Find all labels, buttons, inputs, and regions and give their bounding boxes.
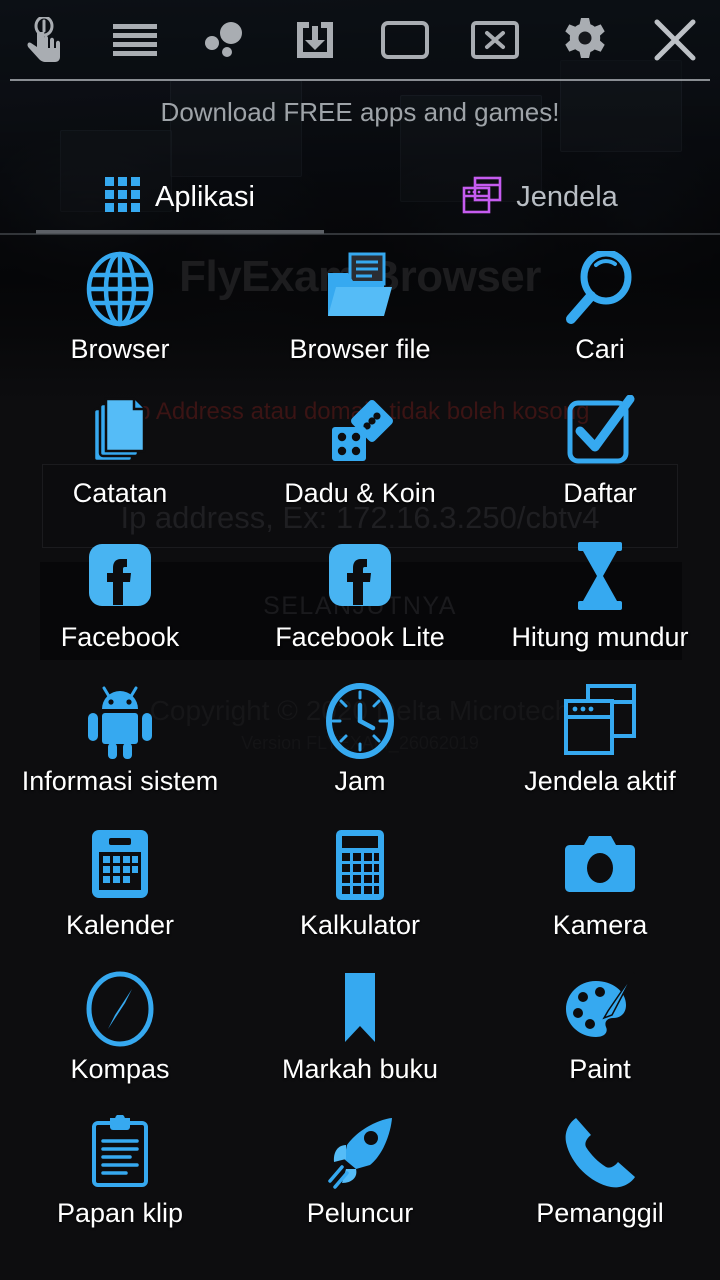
app-label: Browser bbox=[70, 334, 170, 364]
tab-aplikasi-label: Aplikasi bbox=[155, 180, 255, 213]
bubbles-icon bbox=[204, 19, 246, 61]
tap-hand-icon bbox=[25, 17, 65, 63]
x-icon bbox=[652, 17, 698, 63]
download-icon bbox=[293, 18, 337, 62]
android-robot-icon bbox=[82, 682, 158, 760]
app-item-hitung-mundur[interactable]: Hitung mundur bbox=[480, 528, 720, 672]
exit-button[interactable] bbox=[630, 0, 720, 80]
app-label: Kompas bbox=[70, 1054, 170, 1084]
app-item-kompas[interactable]: Kompas bbox=[0, 960, 240, 1104]
paint-palette-icon bbox=[562, 970, 638, 1048]
app-label: Browser file bbox=[289, 334, 431, 364]
app-item-daftar[interactable]: Daftar bbox=[480, 384, 720, 528]
app-item-papan-klip[interactable]: Papan klip bbox=[0, 1104, 240, 1248]
calculator-icon bbox=[322, 826, 398, 904]
app-item-informasi-sistem[interactable]: Informasi sistem bbox=[0, 672, 240, 816]
clipboard-icon bbox=[82, 1114, 158, 1192]
facebook-icon bbox=[82, 538, 158, 616]
app-label: Markah buku bbox=[281, 1054, 439, 1084]
app-item-pemanggil[interactable]: Pemanggil bbox=[480, 1104, 720, 1248]
app-item-facebook[interactable]: Facebook bbox=[0, 528, 240, 672]
app-item-jendela-aktif[interactable]: Jendela aktif bbox=[480, 672, 720, 816]
promo-banner[interactable]: Download FREE apps and games! bbox=[0, 86, 720, 138]
app-item-paint[interactable]: Paint bbox=[480, 960, 720, 1104]
app-label: Facebook Lite bbox=[275, 622, 445, 652]
app-item-kalender[interactable]: Kalender bbox=[0, 816, 240, 960]
app-item-kamera[interactable]: Kamera bbox=[480, 816, 720, 960]
app-label: Cari bbox=[575, 334, 625, 364]
app-label: Catatan bbox=[72, 478, 168, 508]
close-window-button[interactable] bbox=[450, 0, 540, 80]
app-item-peluncur[interactable]: Peluncur bbox=[240, 1104, 480, 1248]
app-item-kalkulator[interactable]: Kalkulator bbox=[240, 816, 480, 960]
window-icon bbox=[381, 21, 429, 59]
app-item-facebook-lite[interactable]: Facebook Lite bbox=[240, 528, 480, 672]
camera-icon bbox=[562, 826, 638, 904]
app-label: Paint bbox=[569, 1054, 631, 1084]
overlay-toolbar bbox=[0, 0, 720, 80]
app-label: Kalender bbox=[65, 910, 175, 940]
app-label: Hitung mundur bbox=[511, 622, 689, 652]
app-label: Pemanggil bbox=[536, 1198, 664, 1228]
file-folder-icon bbox=[322, 250, 398, 328]
tap-mode-button[interactable] bbox=[0, 0, 90, 80]
tab-aplikasi[interactable]: Aplikasi bbox=[0, 160, 360, 234]
app-label: Informasi sistem bbox=[21, 766, 219, 796]
app-label: Jam bbox=[334, 766, 386, 796]
app-label: Jendela aktif bbox=[524, 766, 676, 796]
calendar-icon bbox=[82, 826, 158, 904]
bubbles-button[interactable] bbox=[180, 0, 270, 80]
facebook-lite-icon bbox=[322, 538, 398, 616]
tab-jendela-label: Jendela bbox=[516, 180, 618, 213]
bookmark-icon bbox=[322, 970, 398, 1048]
app-item-dadu-koin[interactable]: Dadu & Koin bbox=[240, 384, 480, 528]
hamburger-menu-icon bbox=[113, 23, 157, 57]
toolbar-divider bbox=[10, 79, 710, 81]
rocket-icon bbox=[322, 1114, 398, 1192]
promo-banner-text: Download FREE apps and games! bbox=[160, 96, 560, 127]
dice-icon bbox=[322, 394, 398, 472]
tab-jendela[interactable]: Jendela bbox=[360, 160, 720, 234]
app-label: Papan klip bbox=[56, 1198, 184, 1228]
grid-apps-icon bbox=[105, 176, 141, 218]
active-windows-icon bbox=[562, 682, 638, 760]
magnifier-icon bbox=[562, 250, 638, 328]
tab-bar-divider bbox=[0, 233, 720, 235]
app-item-markah-buku[interactable]: Markah buku bbox=[240, 960, 480, 1104]
gear-icon bbox=[562, 17, 608, 63]
windows-stack-icon bbox=[462, 176, 502, 219]
app-item-catatan[interactable]: Catatan bbox=[0, 384, 240, 528]
download-button[interactable] bbox=[270, 0, 360, 80]
app-item-cari[interactable]: Cari bbox=[480, 240, 720, 384]
app-label: Kamera bbox=[552, 910, 648, 940]
globe-icon bbox=[82, 250, 158, 328]
app-label: Kalkulator bbox=[299, 910, 421, 940]
app-item-browser[interactable]: Browser bbox=[0, 240, 240, 384]
hourglass-icon bbox=[562, 538, 638, 616]
checkbox-list-icon bbox=[562, 394, 638, 472]
notes-pages-icon bbox=[82, 394, 158, 472]
floating-apps-overlay: Download FREE apps and games! Aplikasi J… bbox=[0, 0, 720, 1280]
app-label: Facebook bbox=[60, 622, 180, 652]
app-label: Daftar bbox=[563, 478, 637, 508]
close-window-icon bbox=[471, 21, 519, 59]
menu-button[interactable] bbox=[90, 0, 180, 80]
tab-bar: Aplikasi Jendela bbox=[0, 160, 720, 234]
app-grid: Browser Browser file Cari Catatan Dadu &… bbox=[0, 240, 720, 1248]
compass-icon bbox=[82, 970, 158, 1048]
phone-icon bbox=[562, 1114, 638, 1192]
app-item-jam[interactable]: Jam bbox=[240, 672, 480, 816]
settings-button[interactable] bbox=[540, 0, 630, 80]
app-label: Peluncur bbox=[306, 1198, 414, 1228]
app-label: Dadu & Koin bbox=[284, 478, 436, 508]
app-item-browser-file[interactable]: Browser file bbox=[240, 240, 480, 384]
clock-icon bbox=[322, 682, 398, 760]
window-button[interactable] bbox=[360, 0, 450, 80]
